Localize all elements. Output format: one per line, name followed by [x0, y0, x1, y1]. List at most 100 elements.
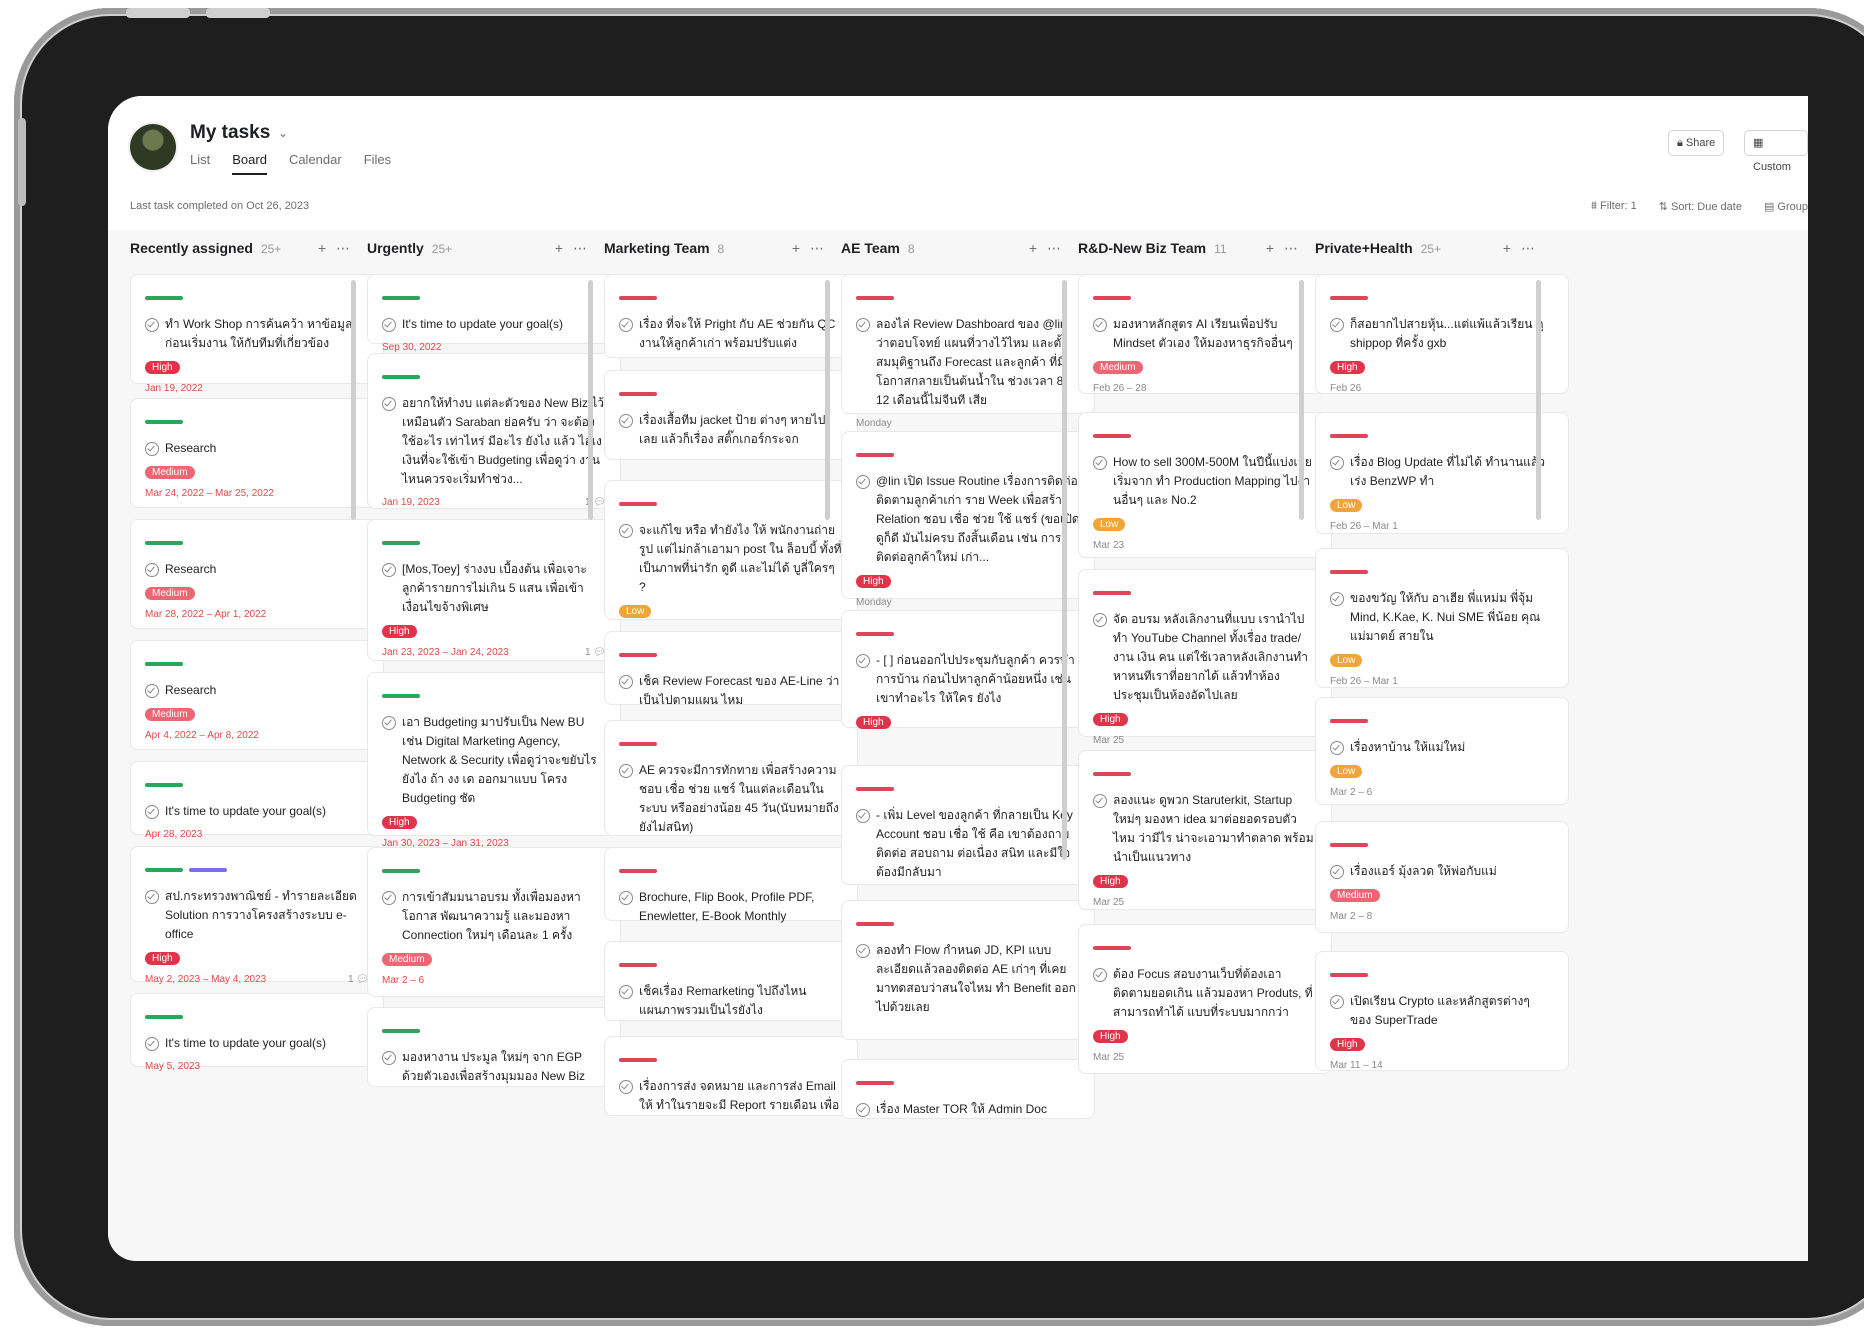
check-circle-icon[interactable]	[619, 764, 633, 778]
column-count: 8	[717, 242, 725, 256]
project-color-bar	[145, 783, 183, 787]
task-title-row: @lin เปิด Issue Routine เรื่องการติดต่อ …	[856, 472, 1080, 567]
due-date-row: Sep 30, 2022	[382, 342, 606, 353]
check-circle-icon[interactable]	[619, 985, 633, 999]
check-circle-icon[interactable]	[1330, 865, 1344, 879]
task-title-row: จะแก้ไข หรือ ทำยังไง ให้ พนักงานถ่ายรูป …	[619, 521, 843, 597]
add-task-icon[interactable]: +	[555, 240, 573, 256]
add-task-icon[interactable]: +	[318, 240, 336, 256]
color-bar-row	[145, 532, 369, 550]
check-circle-icon[interactable]	[145, 890, 159, 904]
column-title[interactable]: AE Team	[841, 240, 900, 256]
tab-list[interactable]: List	[190, 152, 210, 175]
tab-calendar[interactable]: Calendar	[289, 152, 342, 175]
check-circle-icon[interactable]	[145, 684, 159, 698]
last-completed-text: Last task completed on Oct 26, 2023	[130, 200, 310, 212]
check-circle-icon[interactable]	[1330, 592, 1344, 606]
check-circle-icon[interactable]	[856, 318, 870, 332]
task-card[interactable]: ก็สอยากไปสายหุ้น...แต่แพ้แล้วเรียน ดู sh…	[1315, 274, 1569, 394]
column-title[interactable]: Private+Health	[1315, 240, 1413, 256]
check-circle-icon[interactable]	[1093, 456, 1107, 470]
check-circle-icon[interactable]	[1330, 995, 1344, 1009]
check-circle-icon[interactable]	[619, 524, 633, 538]
task-title-row: เรื่องเสื้อทีม jacket ป้าย ต่างๆ หายไปเล…	[619, 411, 843, 449]
add-task-icon[interactable]: +	[1266, 240, 1284, 256]
share-button[interactable]: 🔒︎ Share	[1668, 130, 1725, 156]
check-circle-icon[interactable]	[856, 654, 870, 668]
task-card[interactable]: เรื่องแอร์ มุ้งลวด ให้พ่อกับแม่ Medium Mar…	[1315, 821, 1569, 933]
task-title-row: เรื่อง Blog Update ที่ไม่ได้ ทำนานแล้ว เ…	[1330, 453, 1554, 491]
more-options-icon[interactable]: ⋯	[1521, 240, 1545, 256]
check-circle-icon[interactable]	[1093, 968, 1107, 982]
sort-button[interactable]: ⇅ Sort: Due date	[1659, 200, 1742, 213]
check-circle-icon[interactable]	[145, 318, 159, 332]
check-circle-icon[interactable]	[145, 805, 159, 819]
customize-button[interactable]: ▦ Custom	[1744, 130, 1808, 173]
task-card[interactable]: เปิดเรียน Crypto และหลักสูตรต่างๆ ของ Su…	[1315, 951, 1569, 1071]
due-date: Mar 25	[1093, 735, 1125, 746]
hardware-button	[18, 118, 26, 206]
color-bar-row	[856, 444, 1080, 462]
check-circle-icon[interactable]	[1093, 794, 1107, 808]
check-circle-icon[interactable]	[382, 563, 396, 577]
task-card[interactable]: เรื่อง Blog Update ที่ไม่ได้ ทำนานแล้ว เ…	[1315, 412, 1569, 534]
column-scrollbar[interactable]	[1536, 280, 1541, 520]
check-circle-icon[interactable]	[619, 675, 633, 689]
priority-badge: Medium	[1330, 889, 1380, 902]
column-title[interactable]: Urgently	[367, 240, 424, 256]
check-circle-icon[interactable]	[856, 944, 870, 958]
task-title-row: How to sell 300M-500M ในปีนี้แบ่งเลย เริ…	[1093, 453, 1317, 510]
check-circle-icon[interactable]	[856, 1103, 870, 1117]
check-circle-icon[interactable]	[145, 1037, 159, 1051]
priority-badge: Low	[1330, 654, 1363, 667]
task-title: จะแก้ไข หรือ ทำยังไง ให้ พนักงานถ่ายรูป …	[639, 523, 842, 594]
avatar[interactable]	[130, 124, 176, 170]
column-title[interactable]: Marketing Team	[604, 240, 710, 256]
due-date-row: Feb 26	[1330, 383, 1554, 394]
check-circle-icon[interactable]	[619, 414, 633, 428]
due-date-row: Jan 23, 2023 – Jan 24, 2023 1 💬︎	[382, 647, 606, 658]
due-date-row: Mar 2 – 6	[1330, 787, 1554, 798]
chevron-down-icon[interactable]: ⌄	[278, 126, 288, 140]
task-title-row: เรื่องแอร์ มุ้งลวด ให้พ่อกับแม่	[1330, 862, 1554, 881]
color-bar-row	[619, 383, 843, 401]
check-circle-icon[interactable]	[856, 475, 870, 489]
check-circle-icon[interactable]	[1093, 613, 1107, 627]
check-circle-icon[interactable]	[382, 1051, 396, 1065]
add-task-icon[interactable]: +	[1503, 240, 1521, 256]
task-card[interactable]: ของขวัญ ให้กับ อาเฮีย พี่แหม่ม พี่จุ้ม M…	[1315, 548, 1569, 688]
color-bar-row	[1093, 287, 1317, 305]
check-circle-icon[interactable]	[619, 1080, 633, 1094]
project-color-bar	[145, 420, 183, 424]
check-circle-icon[interactable]	[382, 397, 396, 411]
filter-button[interactable]: ⩩ Filter: 1	[1591, 200, 1637, 213]
check-circle-icon[interactable]	[619, 318, 633, 332]
add-task-icon[interactable]: +	[792, 240, 810, 256]
tab-files[interactable]: Files	[364, 152, 391, 175]
add-task-icon[interactable]: +	[1029, 240, 1047, 256]
project-color-bar	[1093, 946, 1131, 950]
due-date: Jan 23, 2023 – Jan 24, 2023	[382, 647, 509, 658]
check-circle-icon[interactable]	[1093, 318, 1107, 332]
check-circle-icon[interactable]	[619, 891, 633, 905]
project-color-bar	[145, 296, 183, 300]
group-button[interactable]: ▤ Group	[1764, 200, 1808, 213]
task-title-row: ต้อง Focus สอบงานเว็บที่ต้องเอาติดตามยอด…	[1093, 965, 1317, 1022]
task-title-row: - เพิ่ม Level ของลูกค้า ที่กลายเป็น Key …	[856, 806, 1080, 882]
tab-board[interactable]: Board	[232, 152, 267, 175]
column-title[interactable]: R&D-New Biz Team	[1078, 240, 1206, 256]
check-circle-icon[interactable]	[1330, 741, 1344, 755]
project-color-bar	[619, 392, 657, 396]
check-circle-icon[interactable]	[1330, 318, 1344, 332]
check-circle-icon[interactable]	[145, 563, 159, 577]
check-circle-icon[interactable]	[856, 809, 870, 823]
check-circle-icon[interactable]	[1330, 456, 1344, 470]
check-circle-icon[interactable]	[382, 716, 396, 730]
check-circle-icon[interactable]	[382, 891, 396, 905]
column-title[interactable]: Recently assigned	[130, 240, 253, 256]
task-title-row: เรื่อง ที่จะให้ Pright กับ AE ช่วยกัน QC…	[619, 315, 843, 353]
column-actions: +⋯	[1503, 240, 1545, 257]
task-card[interactable]: เรื่องหาบ้าน ให้แม่ใหม่ Low Mar 2 – 6	[1315, 697, 1569, 805]
check-circle-icon[interactable]	[382, 318, 396, 332]
check-circle-icon[interactable]	[145, 442, 159, 456]
